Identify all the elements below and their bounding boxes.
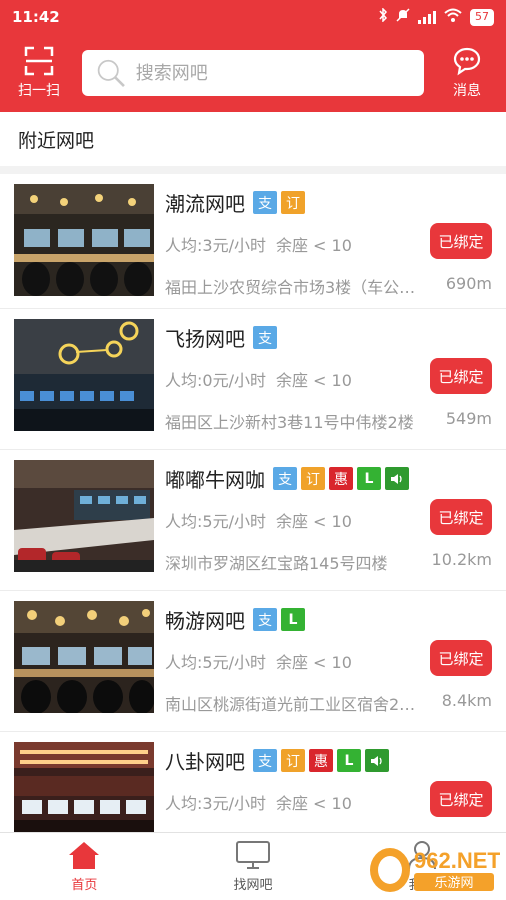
- cafe-name-text: 飞扬网吧: [165, 327, 245, 351]
- battery-icon: 57: [470, 8, 494, 26]
- pay-badge: 支: [253, 326, 277, 349]
- price-text: 人均:3元/小时: [165, 794, 266, 813]
- badge-group: 支: [253, 326, 277, 349]
- booking-badge: 订: [301, 467, 325, 490]
- status-icons: 57: [378, 7, 494, 26]
- badge-group: 支 L: [253, 608, 305, 631]
- price-text: 人均:5元/小时: [165, 653, 266, 672]
- scan-button[interactable]: 扫一扫: [0, 34, 78, 112]
- pay-badge: 支: [253, 608, 277, 631]
- address-text: 南山区桃源街道光前工业区宿舍2…: [165, 695, 416, 714]
- top-header: 扫一扫 消息: [0, 34, 506, 112]
- watermark-brand: 962.NET: [414, 848, 500, 873]
- list-item[interactable]: 飞扬网吧 支 人均:0元/小时 余座 < 10 已绑定 福田区上沙新村3巷11号中…: [0, 309, 506, 450]
- cafe-name: 八卦网吧 支 订 惠 L: [165, 746, 389, 775]
- price-text: 人均:0元/小时: [165, 371, 266, 390]
- scan-label: 扫一扫: [18, 83, 60, 99]
- list-item[interactable]: 潮流网吧 支 订 人均:3元/小时 余座 < 10 已绑定 福田上沙农贸综合市场3…: [0, 174, 506, 309]
- monitor-icon: [236, 841, 270, 869]
- cafe-name: 潮流网吧 支 订: [165, 188, 305, 217]
- cafe-meta: 人均:5元/小时 余座 < 10: [165, 508, 352, 532]
- messages-label: 消息: [453, 83, 481, 99]
- cafe-meta: 人均:3元/小时 余座 < 10: [165, 790, 352, 814]
- distance-text: 8.4km: [441, 691, 492, 710]
- site-watermark: 962.NET 乐游网: [368, 840, 501, 896]
- cafe-photo: [14, 460, 154, 572]
- cafe-meta: 人均:0元/小时 余座 < 10: [165, 367, 352, 391]
- seats-text: 余座 < 10: [275, 371, 352, 390]
- cafe-meta: 人均:5元/小时 余座 < 10: [165, 649, 352, 673]
- search-box[interactable]: [82, 50, 424, 96]
- speaker-icon: [385, 467, 409, 490]
- message-icon: [453, 47, 481, 76]
- pay-badge: 支: [253, 749, 277, 772]
- cafe-name-text: 嘟嘟牛网咖: [165, 468, 265, 492]
- cafe-name-text: 八卦网吧: [165, 750, 245, 774]
- bound-button[interactable]: 已绑定: [430, 223, 492, 259]
- scan-icon: [24, 46, 54, 76]
- seats-text: 余座 < 10: [275, 794, 352, 813]
- price-text: 人均:5元/小时: [165, 512, 266, 531]
- bound-button[interactable]: 已绑定: [430, 499, 492, 535]
- address-text: 福田上沙农贸综合市场3楼（车公…: [165, 278, 416, 297]
- tab-home[interactable]: 首页: [0, 833, 169, 900]
- l-badge: L: [357, 467, 381, 490]
- search-icon: [97, 59, 125, 88]
- bound-button[interactable]: 已绑定: [430, 781, 492, 817]
- address-text: 深圳市罗湖区红宝路145号四楼: [165, 554, 388, 573]
- cafe-meta: 人均:3元/小时 余座 < 10: [165, 232, 352, 256]
- cafe-name-text: 潮流网吧: [165, 192, 245, 216]
- section-title: 附近网吧: [0, 112, 506, 174]
- booking-badge: 订: [281, 191, 305, 214]
- cafe-list: 潮流网吧 支 订 人均:3元/小时 余座 < 10 已绑定 福田上沙农贸综合市场3…: [0, 174, 506, 832]
- l-badge: L: [337, 749, 361, 772]
- booking-badge: 订: [281, 749, 305, 772]
- pay-badge: 支: [273, 467, 297, 490]
- seats-text: 余座 < 10: [275, 653, 352, 672]
- pay-badge: 支: [253, 191, 277, 214]
- list-item[interactable]: 八卦网吧 支 订 惠 L 人均:3元/小时 余座 < 10 已绑定: [0, 732, 506, 832]
- badge-group: 支 订 惠 L: [273, 467, 409, 490]
- watermark-sub: 乐游网: [434, 876, 473, 891]
- messages-button[interactable]: 消息: [428, 34, 506, 112]
- discount-badge: 惠: [309, 749, 333, 772]
- discount-badge: 惠: [329, 467, 353, 490]
- list-item[interactable]: 嘟嘟牛网咖 支 订 惠 L 人均:5元/小时 余座 < 10 已绑定 深圳市罗湖区…: [0, 450, 506, 591]
- status-bar: 11:42 57: [0, 0, 506, 34]
- tab-home-label: 首页: [71, 878, 98, 893]
- cafe-photo: [14, 319, 154, 431]
- tab-find-label: 找网吧: [233, 878, 273, 893]
- home-icon: [69, 842, 100, 869]
- mute-icon: [396, 8, 410, 26]
- cafe-name: 畅游网吧 支 L: [165, 605, 305, 634]
- cafe-name: 嘟嘟牛网咖 支 订 惠 L: [165, 464, 409, 493]
- bound-button[interactable]: 已绑定: [430, 640, 492, 676]
- cafe-photo: [14, 601, 154, 713]
- seats-text: 余座 < 10: [275, 236, 352, 255]
- address-text: 福田区上沙新村3巷11号中伟楼2楼: [165, 413, 414, 432]
- bound-button[interactable]: 已绑定: [430, 358, 492, 394]
- bluetooth-icon: [378, 7, 388, 26]
- signal-icon: [418, 10, 436, 24]
- cafe-photo: [14, 184, 154, 296]
- badge-group: 支 订: [253, 191, 305, 214]
- seats-text: 余座 < 10: [275, 512, 352, 531]
- distance-text: 690m: [445, 274, 492, 293]
- distance-text: 10.2km: [431, 550, 492, 569]
- speaker-icon: [365, 749, 389, 772]
- cafe-name-text: 畅游网吧: [165, 609, 245, 633]
- distance-text: 549m: [445, 409, 492, 428]
- tab-find[interactable]: 找网吧: [169, 833, 338, 900]
- cafe-name: 飞扬网吧 支: [165, 323, 277, 352]
- badge-group: 支 订 惠 L: [253, 749, 389, 772]
- list-item[interactable]: 畅游网吧 支 L 人均:5元/小时 余座 < 10 已绑定 南山区桃源街道光前工业…: [0, 591, 506, 732]
- cafe-photo: [14, 742, 154, 832]
- price-text: 人均:3元/小时: [165, 236, 266, 255]
- l-badge: L: [281, 608, 305, 631]
- wifi-icon: [444, 8, 462, 26]
- search-input[interactable]: [135, 62, 410, 84]
- status-time: 11:42: [12, 8, 60, 26]
